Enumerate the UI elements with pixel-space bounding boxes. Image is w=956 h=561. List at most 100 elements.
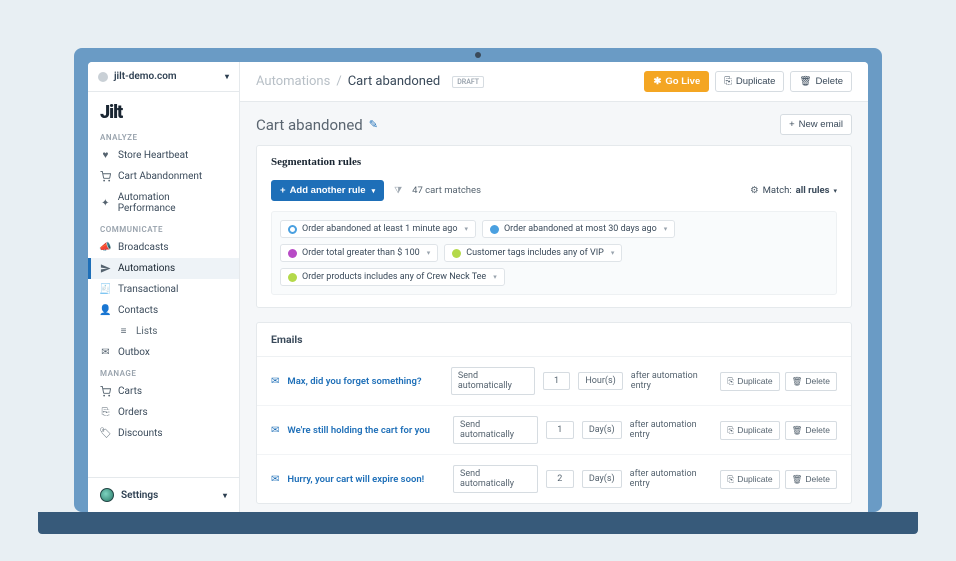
sidebar-item-lists[interactable]: ≡Lists — [88, 321, 239, 342]
email-row: ✉ Hurry, your cart will expire soon! Sen… — [257, 455, 851, 503]
cart-icon — [100, 386, 111, 397]
send-mode-select[interactable]: Send automatically — [451, 367, 535, 395]
delay-number-input[interactable]: 1 — [543, 372, 571, 390]
trash-icon: 🗑 — [792, 376, 803, 387]
shop-dot-icon — [98, 72, 108, 82]
caret-down-icon: ▾ — [372, 187, 376, 195]
sidebar-item-label: Carts — [118, 386, 142, 397]
tag-icon: 🏷 — [100, 428, 111, 439]
copy-icon: ⎘ — [727, 376, 734, 387]
delete-button[interactable]: 🗑Delete — [790, 71, 852, 92]
email-subject-link[interactable]: We're still holding the cart for you — [287, 425, 445, 436]
sidebar-item-label: Store Heartbeat — [118, 150, 188, 161]
page-title: Cart abandoned — [256, 116, 363, 134]
caret-down-icon: ▾ — [611, 249, 615, 257]
email-duplicate-button[interactable]: ⎘Duplicate — [720, 421, 779, 440]
email-subject-link[interactable]: Max, did you forget something? — [287, 376, 442, 387]
delay-number-input[interactable]: 2 — [546, 470, 574, 488]
add-rule-button[interactable]: +Add another rule▾ — [271, 180, 384, 201]
go-live-button[interactable]: ✱Go Live — [644, 71, 709, 92]
email-duplicate-button[interactable]: ⎘Duplicate — [720, 372, 779, 391]
nav-section-analyze: ANALYZE — [88, 127, 239, 145]
delay-unit-select[interactable]: Hour(s) — [578, 372, 622, 390]
plus-icon: + — [789, 119, 795, 130]
envelope-icon: ✉ — [271, 376, 279, 387]
rule-dot-icon — [288, 225, 297, 234]
rule-chip[interactable]: Order abandoned at most 30 days ago▾ — [482, 220, 675, 238]
sidebar-item-discounts[interactable]: 🏷 Discounts — [88, 423, 239, 444]
after-text: after automation entry — [631, 371, 713, 391]
after-text: after automation entry — [630, 420, 713, 440]
email-delete-button[interactable]: 🗑Delete — [785, 372, 837, 391]
sidebar-item-heartbeat[interactable]: ♥Store Heartbeat — [88, 145, 239, 166]
breadcrumb: Automations / Cart abandoned DRAFT — [256, 74, 484, 89]
user-icon: 👤 — [100, 305, 111, 316]
cart-icon — [100, 171, 111, 182]
sidebar-item-label: Discounts — [118, 428, 163, 439]
list-icon: ≡ — [118, 326, 129, 337]
delay-unit-select[interactable]: Day(s) — [582, 470, 622, 488]
sidebar-item-label: Transactional — [118, 284, 178, 295]
rule-chip[interactable]: Customer tags includes any of VIP▾ — [444, 244, 622, 262]
envelope-icon: ✉ — [271, 425, 279, 436]
nav-section-communicate: COMMUNICATE — [88, 219, 239, 237]
sidebar-item-automation-perf[interactable]: ✦Automation Performance — [88, 187, 239, 219]
sidebar-item-transactional[interactable]: 🧾 Transactional — [88, 279, 239, 300]
caret-down-icon: ▾ — [493, 273, 497, 281]
sidebar-item-automations[interactable]: Automations — [88, 258, 239, 279]
new-email-button[interactable]: +New email — [780, 114, 852, 135]
copy-icon: ⎘ — [727, 474, 734, 485]
match-count: 47 cart matches — [412, 185, 481, 196]
rule-chips: Order abandoned at least 1 minute ago▾ O… — [271, 211, 837, 295]
email-delete-button[interactable]: 🗑Delete — [785, 470, 837, 489]
orders-icon: ⎘ — [100, 407, 111, 418]
camera-dot — [475, 52, 481, 58]
receipt-icon: 🧾 — [100, 284, 111, 295]
segmentation-card: Segmentation rules +Add another rule▾ ⧩ … — [256, 145, 852, 308]
main: Automations / Cart abandoned DRAFT ✱Go L… — [240, 62, 868, 512]
brand: Jilt — [88, 92, 239, 127]
caret-down-icon: ▾ — [223, 491, 227, 500]
settings-button[interactable]: Settings ▾ — [88, 477, 239, 512]
email-row: ✉ Max, did you forget something? Send au… — [257, 357, 851, 406]
laptop-base — [38, 512, 918, 534]
shop-name: jilt-demo.com — [114, 71, 177, 82]
shop-selector[interactable]: jilt-demo.com ▾ — [88, 62, 239, 92]
delay-unit-select[interactable]: Day(s) — [582, 421, 622, 439]
gear-icon: ⚙ — [750, 185, 759, 196]
sidebar-item-label: Automations — [118, 263, 175, 274]
filter-icon: ⧩ — [394, 186, 402, 196]
delay-number-input[interactable]: 1 — [546, 421, 574, 439]
sidebar-item-outbox[interactable]: ✉Outbox — [88, 342, 239, 363]
email-delete-button[interactable]: 🗑Delete — [785, 421, 837, 440]
emails-title: Emails — [257, 323, 851, 357]
email-duplicate-button[interactable]: ⎘Duplicate — [720, 470, 779, 489]
duplicate-button[interactable]: ⎘Duplicate — [715, 71, 784, 92]
send-mode-select[interactable]: Send automatically — [453, 416, 538, 444]
rule-chip[interactable]: Order abandoned at least 1 minute ago▾ — [280, 220, 476, 238]
match-mode-select[interactable]: ⚙ Match: all rules ▾ — [750, 185, 837, 196]
sidebar-item-orders[interactable]: ⎘Orders — [88, 402, 239, 423]
caret-down-icon: ▾ — [427, 249, 431, 257]
sidebar-item-cart-abandonment[interactable]: Cart Abandonment — [88, 166, 239, 187]
settings-label: Settings — [121, 490, 158, 501]
sidebar-item-contacts[interactable]: 👤Contacts — [88, 300, 239, 321]
breadcrumb-current: Cart abandoned — [348, 74, 441, 89]
send-mode-select[interactable]: Send automatically — [453, 465, 538, 493]
send-icon — [100, 263, 111, 274]
copy-icon: ⎘ — [727, 425, 734, 436]
breadcrumb-root[interactable]: Automations — [256, 74, 330, 89]
caret-down-icon: ▾ — [664, 225, 668, 233]
rule-chip[interactable]: Order total greater than $ 100▾ — [280, 244, 438, 262]
rule-dot-icon — [288, 273, 297, 282]
edit-title-button[interactable]: ✎ — [369, 118, 378, 131]
rule-chip[interactable]: Order products includes any of Crew Neck… — [280, 268, 505, 286]
sidebar-item-carts[interactable]: Carts — [88, 381, 239, 402]
after-text: after automation entry — [630, 469, 713, 489]
caret-down-icon: ▾ — [833, 187, 837, 195]
email-row: ✉ We're still holding the cart for you S… — [257, 406, 851, 455]
sidebar: jilt-demo.com ▾ Jilt ANALYZE ♥Store Hear… — [88, 62, 240, 512]
email-subject-link[interactable]: Hurry, your cart will expire soon! — [287, 474, 445, 485]
sidebar-item-broadcasts[interactable]: 📣Broadcasts — [88, 237, 239, 258]
segmentation-title: Segmentation rules — [257, 146, 851, 176]
